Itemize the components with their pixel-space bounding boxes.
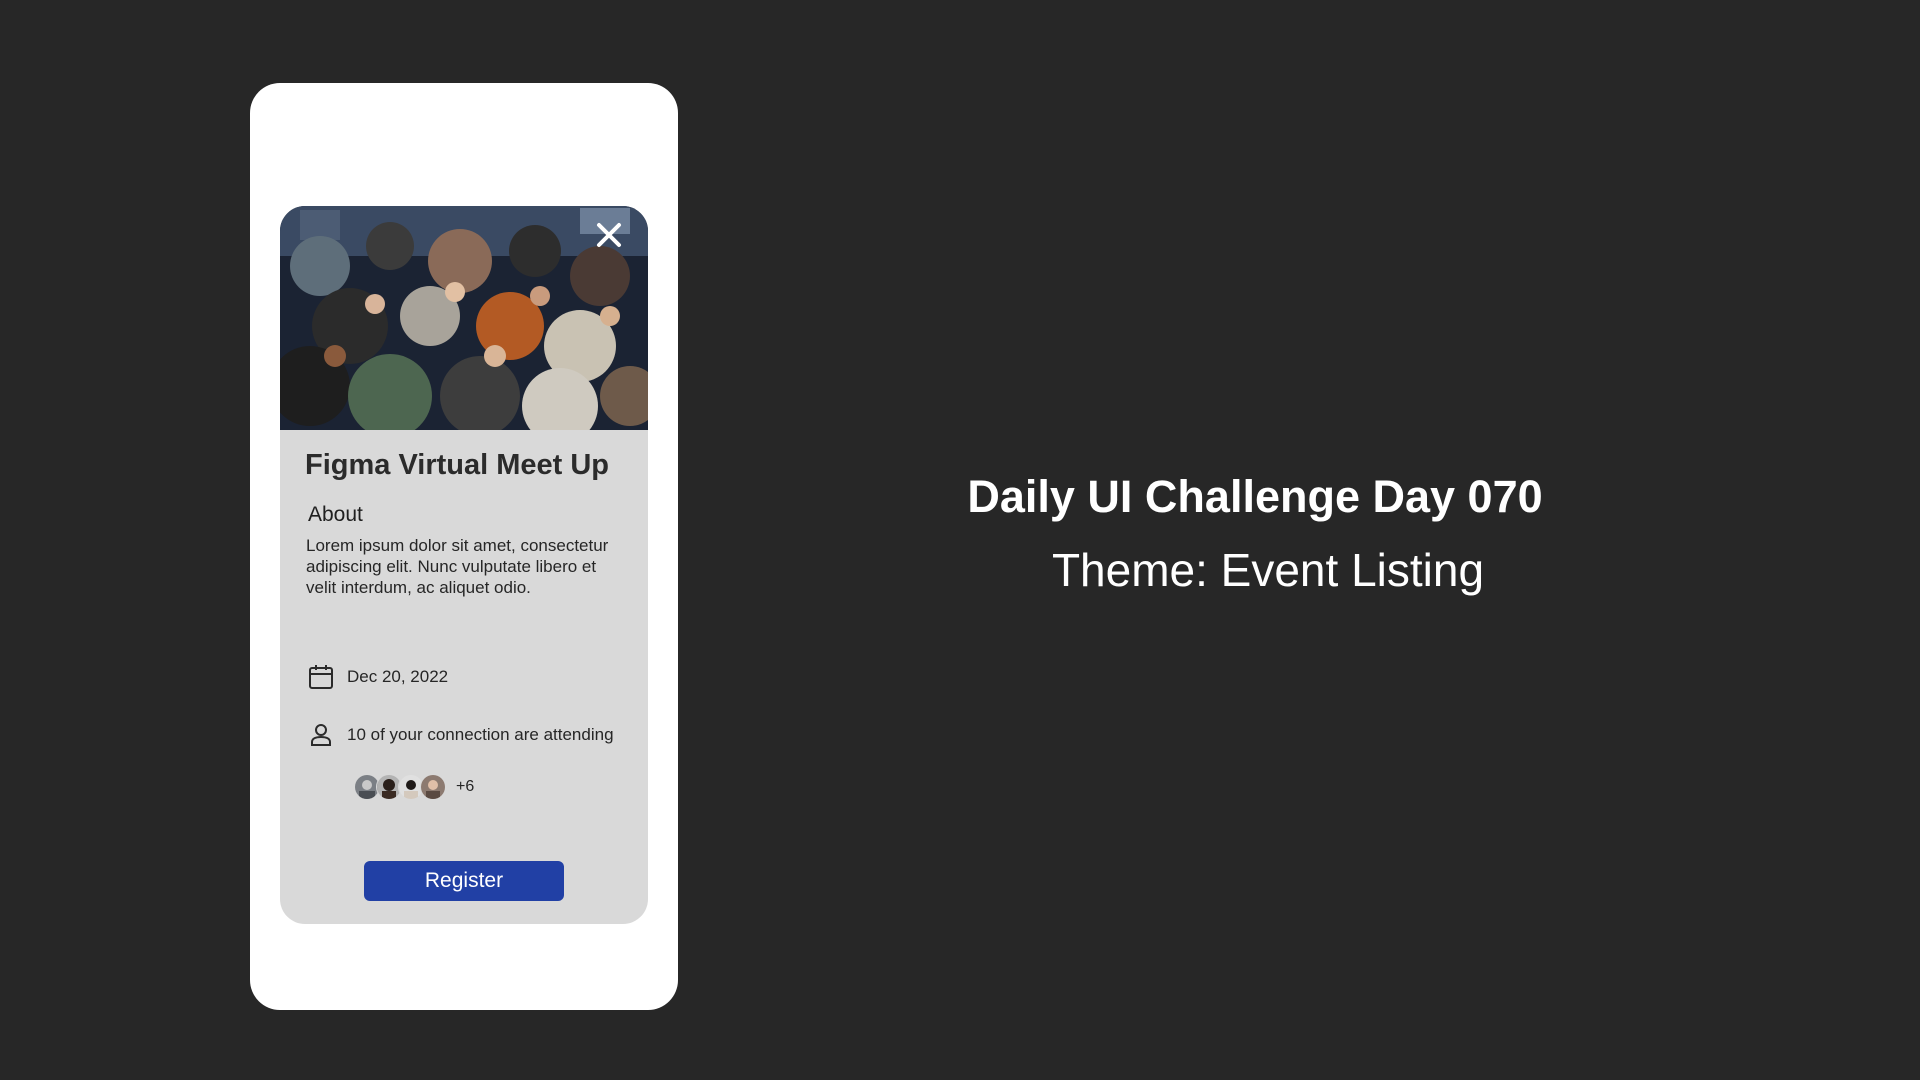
attendees-text: 10 of your connection are attending (347, 725, 614, 744)
register-button[interactable]: Register (364, 861, 564, 901)
attendee-avatars: +6 (354, 774, 474, 800)
person-icon (311, 724, 331, 746)
event-date-row: Dec 20, 2022 (306, 662, 448, 692)
attendees-row: 10 of your connection are attending (306, 720, 614, 750)
close-button[interactable] (592, 218, 626, 252)
about-text: Lorem ipsum dolor sit amet, consectetur … (306, 536, 609, 597)
event-title: Figma Virtual Meet Up (305, 449, 610, 481)
event-card: Figma Virtual Meet Up About Lorem ipsum … (280, 206, 648, 924)
attendee-avatar (420, 774, 446, 800)
calendar-icon (309, 665, 333, 689)
about-heading: About (308, 503, 363, 526)
event-date: Dec 20, 2022 (347, 667, 449, 686)
challenge-theme: Theme: Event Listing (1051, 544, 1485, 596)
close-icon (597, 223, 621, 247)
challenge-title: Daily UI Challenge Day 070 (967, 471, 1543, 522)
attendees-more-count: +6 (456, 778, 475, 795)
